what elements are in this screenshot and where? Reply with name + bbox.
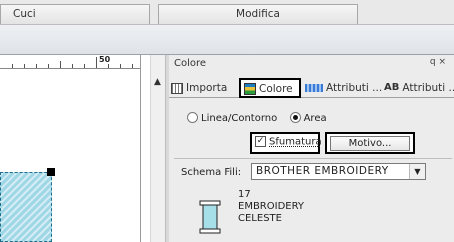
ribbon-area [0,25,454,55]
thread-brand: EMBROIDERY [238,201,305,212]
menu-tab-modifica[interactable]: Modifica [158,4,358,24]
embroidery-pattern-shape[interactable] [0,172,52,242]
horizontal-ruler: 50 [0,55,150,69]
stitch-attributes-icon [305,84,323,92]
thread-color-name: CELESTE [238,213,282,224]
motivo-button[interactable]: Motivo... [330,136,410,151]
tab-colore[interactable]: Colore [239,78,301,98]
tab-importa[interactable]: Importa [171,79,227,98]
thread-number: 17 [238,189,251,200]
chevron-down-icon[interactable]: ▼ [409,164,425,179]
target-radio-group: Linea/Contorno Area [187,112,327,126]
radio-linea-contorno[interactable]: Linea/Contorno [187,112,277,124]
color-spool-icon [244,83,256,95]
thread-spool-icon[interactable] [199,200,221,234]
radio-area[interactable]: Area [289,112,327,124]
grid-icon [171,82,183,94]
ruler-label: 50 [99,55,111,64]
separator [174,158,452,159]
ab-text-icon: AB [384,82,400,93]
checkbox-sfumatura[interactable]: ✓ Sfumatura [255,136,322,148]
menu-bar-filler [358,4,454,24]
panel-title: Colore [174,58,207,69]
schema-fili-label: Schema Fili: [181,167,242,178]
selection-handle[interactable] [47,168,55,176]
pin-close-icon[interactable]: q × [430,57,446,67]
menu-tab-cuci[interactable]: Cuci [0,4,150,24]
colore-panel: Colore q × Importa Colore Attributi ... … [169,55,454,242]
vertical-ruler [140,55,150,242]
tab-attributi-cucitura[interactable]: Attributi ... [305,79,382,98]
tab-attributi-testo[interactable]: AB Attributi ... [384,79,454,98]
checkmark-icon[interactable]: ✓ [255,136,266,147]
scroll-up-arrow-icon[interactable]: ▲ [150,76,165,89]
thread-info: 17 EMBROIDERY CELESTE [238,189,304,225]
schema-fili-select[interactable]: BROTHER EMBROIDERY ▼ [251,163,426,180]
panel-tabs: Importa Colore Attributi ... AB Attributi… [169,76,454,98]
